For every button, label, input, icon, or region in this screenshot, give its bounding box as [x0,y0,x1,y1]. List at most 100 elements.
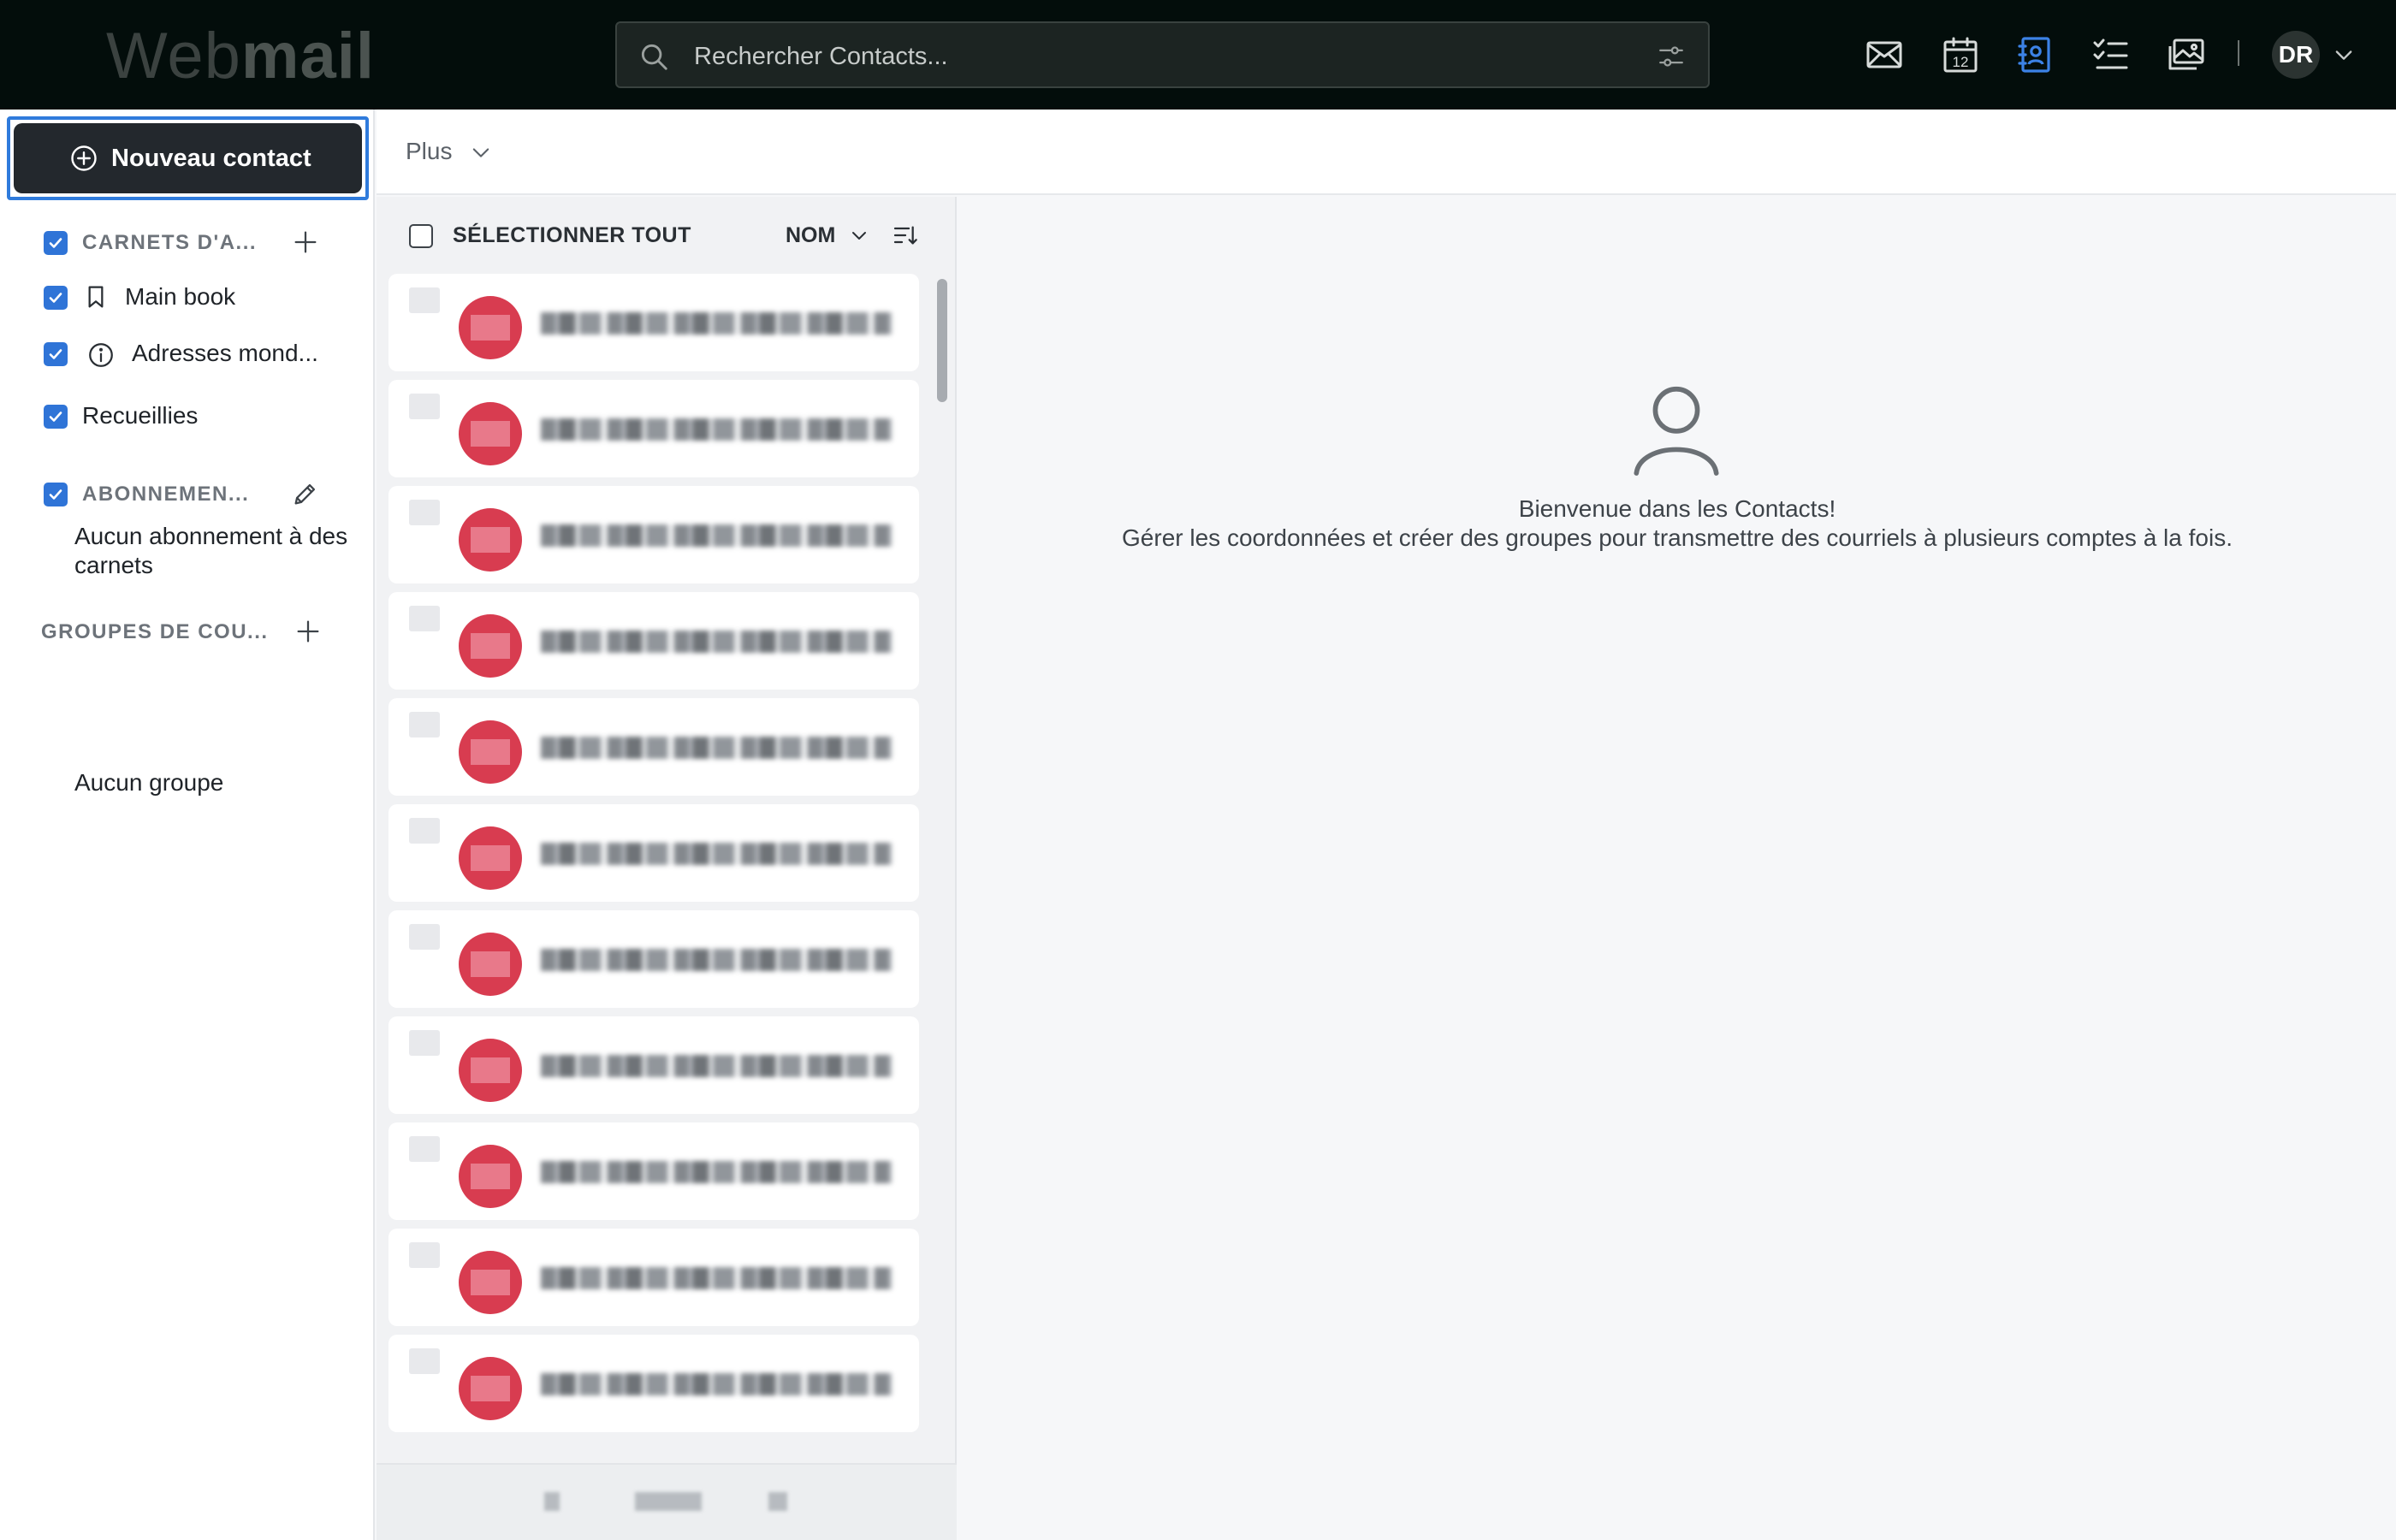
plus-circle-icon [71,145,97,171]
select-all-label[interactable]: SÉLECTIONNER TOUT [453,222,691,249]
contact-row[interactable] [388,592,919,690]
contact-name [541,843,892,865]
contact-row[interactable] [388,910,919,1008]
sort-field-label[interactable]: NOM [786,222,835,249]
contact-row-checkbox[interactable] [409,924,440,950]
toolbar: Plus [377,110,2396,195]
contact-avatar [459,1251,522,1314]
contact-avatar [459,508,522,572]
contact-list [388,274,919,1463]
photos-icon[interactable] [2166,34,2207,75]
address-books-header[interactable]: CARNETS D'A... [82,230,257,256]
list-pager [377,1463,957,1540]
search-placeholder[interactable]: Rechercher Contacts... [694,40,948,73]
chevron-down-icon[interactable] [2332,43,2356,67]
subscriptions-header[interactable]: ABONNEMEN... [82,482,249,507]
app-logo[interactable]: Webmail [106,19,375,94]
address-books-checkbox[interactable] [44,231,68,255]
list-scrollbar[interactable] [937,279,947,402]
contact-row-checkbox[interactable] [409,606,440,631]
contact-list-panel: SÉLECTIONNER TOUT NOM [377,197,957,1540]
book-label-global[interactable]: Adresses mond... [132,339,318,368]
sort-direction-icon[interactable] [892,222,919,249]
contact-name [541,737,892,759]
contact-name [541,418,892,441]
calendar-day-number: 12 [1953,54,1969,70]
contact-row-checkbox[interactable] [409,1136,440,1162]
calendar-icon[interactable]: 12 [1940,34,1981,75]
check-icon [49,238,62,248]
list-header: SÉLECTIONNER TOUT NOM [377,197,957,274]
welcome-title: Bienvenue dans les Contacts! [1518,495,1836,522]
more-menu-button[interactable]: Plus [406,135,452,168]
contact-avatar [459,1145,522,1208]
check-icon [49,412,62,422]
contact-row[interactable] [388,486,919,583]
pager-next[interactable] [768,1492,787,1511]
contact-name [541,1267,892,1289]
contact-row[interactable] [388,274,919,371]
tasks-icon[interactable] [2091,34,2132,75]
contact-row[interactable] [388,698,919,796]
contact-avatar [459,720,522,784]
contact-row-checkbox[interactable] [409,287,440,313]
add-address-book-icon[interactable] [291,228,320,257]
contact-avatar [459,933,522,996]
contact-name [541,312,892,335]
book-label-main[interactable]: Main book [125,282,235,311]
search-filter-icon[interactable] [1657,42,1686,71]
bookmark-icon [88,286,104,308]
contact-row-checkbox[interactable] [409,1242,440,1268]
subscriptions-checkbox[interactable] [44,483,68,506]
search-bar[interactable]: Rechercher Contacts... [615,21,1710,88]
chevron-down-icon[interactable] [469,140,493,164]
top-bar: Webmail Rechercher Contacts... 12 DR [0,0,2396,110]
contact-name [541,631,892,653]
contact-name [541,949,892,971]
book-checkbox-global[interactable] [44,342,68,366]
main-panel: Bienvenue dans les Contacts! Gérer les c… [958,197,2396,1540]
chevron-down-icon[interactable] [849,225,869,246]
subscriptions-empty-text: Aucun abonnement à des carnets [74,523,348,578]
contact-avatar [459,826,522,890]
contact-avatar [459,614,522,678]
contact-row[interactable] [388,1122,919,1220]
contact-row-checkbox[interactable] [409,500,440,525]
contact-row[interactable] [388,1335,919,1432]
contact-row-checkbox[interactable] [409,394,440,419]
book-label-collected[interactable]: Recueillies [82,401,198,430]
groups-header[interactable]: GROUPES DE COU... [41,619,269,645]
contact-row-checkbox[interactable] [409,712,440,737]
edit-pencil-icon[interactable] [291,479,320,508]
new-contact-button[interactable]: Nouveau contact [14,123,362,193]
contact-name [541,1055,892,1077]
contacts-icon[interactable] [2014,34,2055,75]
select-all-checkbox[interactable] [409,224,433,248]
book-checkbox-main[interactable] [44,286,68,310]
welcome-text: Gérer les coordonnées et créer des group… [1122,524,2233,551]
contact-row-checkbox[interactable] [409,1030,440,1056]
book-checkbox-collected[interactable] [44,405,68,429]
mail-icon[interactable] [1864,34,1905,75]
search-icon [641,44,667,70]
contact-row[interactable] [388,380,919,477]
contact-avatar [459,1357,522,1420]
info-icon [89,343,113,367]
contact-row[interactable] [388,1016,919,1114]
pager-status [635,1492,702,1511]
contact-row-checkbox[interactable] [409,818,440,844]
sidebar: Nouveau contact CARNETS D'A... Main book… [0,110,375,1540]
logo-part-1: Web [106,20,241,92]
contact-avatar [459,296,522,359]
add-group-icon[interactable] [294,617,323,646]
pager-prev[interactable] [544,1492,560,1511]
contact-row[interactable] [388,804,919,902]
user-avatar[interactable]: DR [2272,31,2320,79]
contact-row-checkbox[interactable] [409,1348,440,1374]
new-contact-label: Nouveau contact [111,145,311,172]
groups-empty-text: Aucun groupe [74,769,224,796]
contact-row[interactable] [388,1229,919,1326]
contact-avatar [459,1039,522,1102]
check-icon [49,489,62,500]
contact-name [541,1161,892,1183]
